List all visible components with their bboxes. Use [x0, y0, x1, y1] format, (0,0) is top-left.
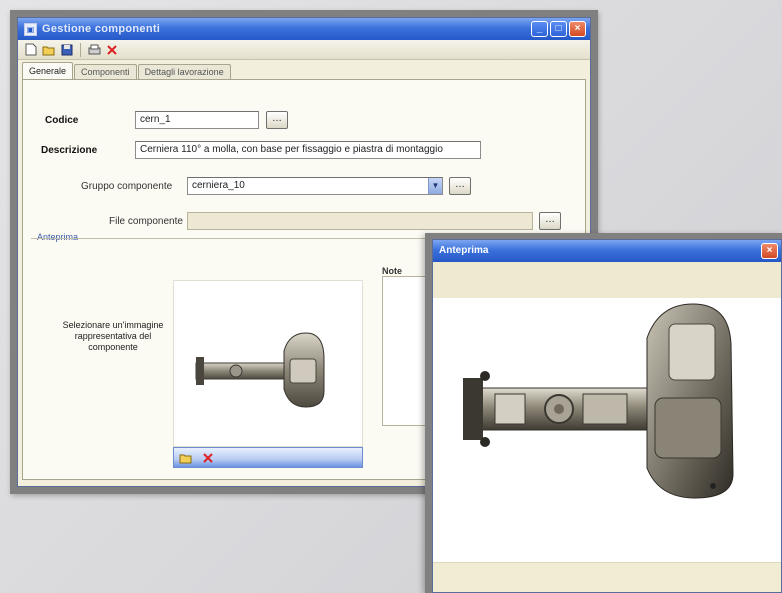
- minimize-button[interactable]: _: [531, 21, 548, 37]
- gruppo-lookup-button[interactable]: …: [449, 177, 471, 195]
- open-icon[interactable]: [42, 43, 56, 57]
- chevron-down-icon[interactable]: ▼: [428, 178, 442, 194]
- component-image-box[interactable]: [173, 280, 363, 447]
- descrizione-label: Descrizione: [41, 145, 98, 156]
- image-toolbar: [173, 447, 363, 468]
- descrizione-field[interactable]: Cerniera 110° a molla, con base per fiss…: [135, 141, 481, 159]
- preview-image-area: [433, 298, 781, 562]
- preview-window: Anteprima ×: [432, 239, 782, 593]
- new-icon[interactable]: [24, 43, 38, 57]
- load-image-icon[interactable]: [179, 451, 193, 465]
- maximize-button[interactable]: □: [550, 21, 567, 37]
- file-browse-button[interactable]: …: [539, 212, 561, 230]
- gruppo-combo-value: cerniera_10: [192, 180, 245, 191]
- anteprima-group-caption: Anteprima: [37, 232, 79, 242]
- preview-top-band: [433, 262, 781, 298]
- main-tabs: Generale Componenti Dettagli lavorazione: [22, 62, 232, 79]
- note-label: Note: [382, 266, 402, 276]
- main-titlebar[interactable]: ▣ Gestione componenti _ □ ×: [18, 18, 590, 40]
- tab-generale[interactable]: Generale: [22, 62, 74, 79]
- main-toolbar: [18, 40, 590, 60]
- close-button[interactable]: ×: [569, 21, 586, 37]
- file-field[interactable]: [187, 212, 533, 230]
- save-icon[interactable]: [60, 43, 74, 57]
- preview-bottom-band: [433, 562, 781, 592]
- window-controls: _ □ ×: [531, 21, 586, 37]
- delete-icon[interactable]: [105, 43, 119, 57]
- preview-window-frame: Anteprima ×: [425, 233, 782, 593]
- main-window-title: Gestione componenti: [42, 23, 161, 35]
- hinge-thumbnail-image: [195, 332, 325, 408]
- toolbar-separator: [80, 42, 81, 57]
- hinge-large-image: [463, 303, 734, 499]
- clear-image-icon[interactable]: [201, 451, 215, 465]
- codice-field[interactable]: cern_1: [135, 111, 259, 129]
- preview-titlebar[interactable]: Anteprima ×: [433, 240, 781, 262]
- tab-componenti[interactable]: Componenti: [74, 64, 137, 79]
- image-hint-text: Selezionare un'immagine rappresentativa …: [62, 320, 164, 352]
- codice-lookup-button[interactable]: …: [266, 111, 288, 129]
- gruppo-combo[interactable]: cerniera_10 ▼: [187, 177, 443, 195]
- file-label: File componente: [109, 216, 183, 227]
- preview-window-title: Anteprima: [439, 245, 489, 256]
- preview-close-button[interactable]: ×: [761, 243, 778, 259]
- codice-label: Codice: [45, 115, 79, 126]
- gruppo-label: Gruppo componente: [81, 181, 173, 192]
- app-icon: ▣: [24, 22, 37, 36]
- print-icon[interactable]: [87, 43, 101, 57]
- tab-dettagli[interactable]: Dettagli lavorazione: [137, 64, 231, 79]
